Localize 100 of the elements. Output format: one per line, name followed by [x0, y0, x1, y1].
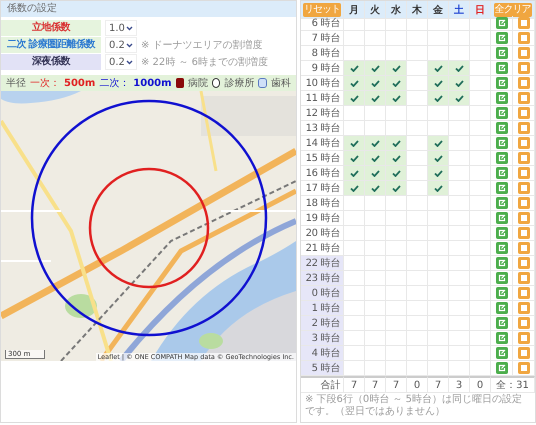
schedule-cell[interactable]	[428, 181, 449, 196]
schedule-cell[interactable]	[365, 151, 386, 166]
select-row-button[interactable]	[496, 152, 508, 164]
clear-row-button[interactable]	[518, 182, 530, 194]
clear-row-button[interactable]	[518, 77, 530, 89]
schedule-cell[interactable]	[428, 196, 449, 211]
schedule-cell[interactable]	[344, 256, 365, 271]
schedule-cell[interactable]	[344, 271, 365, 286]
schedule-cell[interactable]	[344, 151, 365, 166]
clear-row-button[interactable]	[518, 242, 530, 254]
schedule-cell[interactable]	[428, 106, 449, 121]
clear-row-button[interactable]	[518, 17, 530, 29]
clear-row-button[interactable]	[518, 347, 530, 359]
schedule-cell[interactable]	[344, 106, 365, 121]
schedule-cell[interactable]	[449, 106, 470, 121]
select-row-button[interactable]	[496, 182, 508, 194]
select-row-button[interactable]	[496, 17, 508, 29]
schedule-cell[interactable]	[365, 361, 386, 376]
schedule-cell[interactable]	[449, 181, 470, 196]
select-row-button[interactable]	[496, 302, 508, 314]
select-row-button[interactable]	[496, 197, 508, 209]
clear-row-button[interactable]	[518, 317, 530, 329]
select-row-button[interactable]	[496, 62, 508, 74]
schedule-cell[interactable]	[344, 166, 365, 181]
schedule-cell[interactable]	[365, 16, 386, 31]
select-row-button[interactable]	[496, 347, 508, 359]
select-row-button[interactable]	[496, 272, 508, 284]
schedule-cell[interactable]	[407, 106, 428, 121]
schedule-cell[interactable]	[449, 16, 470, 31]
schedule-cell[interactable]	[365, 136, 386, 151]
select-row-button[interactable]	[496, 227, 508, 239]
clear-row-button[interactable]	[518, 152, 530, 164]
schedule-cell[interactable]	[428, 151, 449, 166]
select-row-button[interactable]	[496, 212, 508, 224]
schedule-cell[interactable]	[449, 166, 470, 181]
schedule-cell[interactable]	[428, 166, 449, 181]
schedule-cell[interactable]	[344, 346, 365, 361]
schedule-cell[interactable]	[449, 361, 470, 376]
schedule-cell[interactable]	[407, 46, 428, 61]
clear-row-button[interactable]	[518, 32, 530, 44]
schedule-cell[interactable]	[344, 361, 365, 376]
select-row-button[interactable]	[496, 257, 508, 269]
select-row-button[interactable]	[496, 122, 508, 134]
select-row-button[interactable]	[496, 287, 508, 299]
schedule-cell[interactable]	[449, 151, 470, 166]
schedule-cell[interactable]	[449, 196, 470, 211]
clear-row-button[interactable]	[518, 227, 530, 239]
schedule-cell[interactable]	[344, 241, 365, 256]
schedule-cell[interactable]	[449, 76, 470, 91]
schedule-cell[interactable]	[407, 121, 428, 136]
schedule-cell[interactable]	[428, 91, 449, 106]
schedule-cell[interactable]	[386, 76, 407, 91]
select-row-button[interactable]	[496, 92, 508, 104]
schedule-cell[interactable]	[365, 106, 386, 121]
schedule-cell[interactable]	[386, 151, 407, 166]
schedule-cell[interactable]	[344, 181, 365, 196]
clear-row-button[interactable]	[518, 212, 530, 224]
select-row-button[interactable]	[496, 77, 508, 89]
schedule-cell[interactable]	[470, 106, 491, 121]
schedule-cell[interactable]	[365, 196, 386, 211]
select-row-button[interactable]	[496, 332, 508, 344]
schedule-cell[interactable]	[428, 136, 449, 151]
clear-row-button[interactable]	[518, 107, 530, 119]
schedule-cell[interactable]	[428, 61, 449, 76]
clear-row-button[interactable]	[518, 122, 530, 134]
schedule-cell[interactable]	[344, 61, 365, 76]
select-row-button[interactable]	[496, 32, 508, 44]
schedule-cell[interactable]	[449, 61, 470, 76]
schedule-cell[interactable]	[407, 196, 428, 211]
schedule-cell[interactable]	[365, 76, 386, 91]
schedule-cell[interactable]	[344, 76, 365, 91]
schedule-cell[interactable]	[470, 91, 491, 106]
clear-row-button[interactable]	[518, 167, 530, 179]
select-row-button[interactable]	[496, 107, 508, 119]
schedule-cell[interactable]	[470, 16, 491, 31]
clear-row-button[interactable]	[518, 302, 530, 314]
schedule-cell[interactable]	[470, 361, 491, 376]
schedule-cell[interactable]	[386, 136, 407, 151]
schedule-cell[interactable]	[449, 121, 470, 136]
schedule-cell[interactable]	[386, 361, 407, 376]
clear-row-button[interactable]	[518, 362, 530, 374]
schedule-cell[interactable]	[428, 76, 449, 91]
schedule-cell[interactable]	[344, 286, 365, 301]
schedule-cell[interactable]	[344, 316, 365, 331]
schedule-cell[interactable]	[344, 16, 365, 31]
clear-row-button[interactable]	[518, 92, 530, 104]
schedule-cell[interactable]	[386, 106, 407, 121]
schedule-cell[interactable]	[470, 76, 491, 91]
schedule-cell[interactable]	[407, 16, 428, 31]
schedule-cell[interactable]	[344, 301, 365, 316]
select-row-button[interactable]	[496, 167, 508, 179]
select-row-button[interactable]	[496, 242, 508, 254]
clear-row-button[interactable]	[518, 287, 530, 299]
clear-row-button[interactable]	[518, 272, 530, 284]
schedule-cell[interactable]	[365, 181, 386, 196]
select-row-button[interactable]	[496, 362, 508, 374]
clear-row-button[interactable]	[518, 197, 530, 209]
clear-row-button[interactable]	[518, 62, 530, 74]
select-row-button[interactable]	[496, 47, 508, 59]
schedule-cell[interactable]	[365, 166, 386, 181]
